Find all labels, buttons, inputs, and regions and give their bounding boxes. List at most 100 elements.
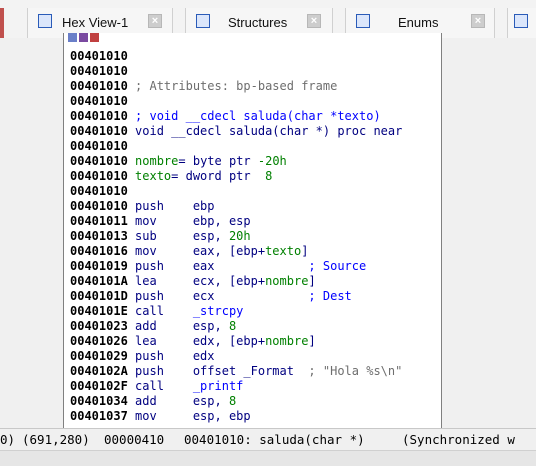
status-bar: 0) (691,280) 00000410 00401010: saluda(c…: [0, 428, 536, 451]
code-token: lea ecx, [ebp+: [135, 274, 266, 288]
line-address: 00401026: [70, 334, 128, 348]
line-address: 00401010: [70, 94, 128, 108]
tab-label: Enums: [398, 15, 439, 30]
disasm-line[interactable]: 0040101D push ecx ; Dest: [70, 289, 441, 304]
code-token: 8: [228, 394, 237, 408]
disasm-line[interactable]: 00401010: [70, 49, 441, 64]
line-address: 0040101A: [70, 274, 128, 288]
line-address: 00401023: [70, 319, 128, 333]
code-token: add esp,: [135, 394, 229, 408]
code-token: nombre: [265, 274, 309, 288]
disasm-line[interactable]: 00401010 texto= dword ptr 8: [70, 169, 441, 184]
disasm-line[interactable]: 00401010: [70, 94, 441, 109]
disasm-line[interactable]: 00401011 mov ebp, esp: [70, 214, 441, 229]
code-token: ]: [301, 244, 309, 258]
status-coordinates: (691,280): [22, 432, 90, 447]
disasm-line[interactable]: 00401010 ; void __cdecl saluda(char *tex…: [70, 109, 441, 124]
code-token: ; "Hola %s\n": [308, 364, 403, 378]
disasm-line[interactable]: 00401019 push eax ; Source: [70, 259, 441, 274]
code-token: push ebp: [135, 199, 215, 213]
disasm-line[interactable]: 00401034 add esp, 8: [70, 394, 441, 409]
line-address: 00401037: [70, 409, 128, 423]
close-icon[interactable]: ×: [471, 14, 485, 28]
line-address: 00401016: [70, 244, 128, 258]
code-token: sub esp,: [135, 229, 229, 243]
line-address: 00401011: [70, 214, 128, 228]
code-token: texto: [135, 169, 172, 183]
disasm-line[interactable]: 00401010 void __cdecl saluda(char *) pro…: [70, 124, 441, 139]
code-token: call: [135, 304, 193, 318]
code-token: nombre: [135, 154, 179, 168]
options-icon[interactable]: [90, 33, 99, 42]
code-token: push eax: [135, 259, 309, 273]
right-background: [441, 38, 536, 428]
active-tab-edge[interactable]: [0, 8, 4, 38]
disasm-line[interactable]: 0040102F call _printf: [70, 379, 441, 394]
bottom-strip: [0, 450, 536, 466]
code-token: mov eax, [ebp+: [135, 244, 266, 258]
disasm-line[interactable]: 00401013 sub esp, 20h: [70, 229, 441, 244]
close-icon[interactable]: ×: [307, 14, 321, 28]
disassembly-lines[interactable]: 00401010 00401010 00401010 ; Attributes:…: [70, 49, 441, 424]
code-token: _strcpy: [192, 304, 244, 318]
status-sync: (Synchronized w: [402, 432, 515, 447]
code-token: ; Source: [308, 259, 367, 273]
close-icon[interactable]: ×: [148, 14, 162, 28]
disasm-line[interactable]: 00401037 mov esp, ebp: [70, 409, 441, 424]
line-address: 00401010: [70, 169, 128, 183]
disassembly-view[interactable]: 00401010 00401010 00401010 ; Attributes:…: [63, 33, 442, 429]
code-token: ]: [308, 334, 316, 348]
disasm-line[interactable]: 00401029 push edx: [70, 349, 441, 364]
line-address: 00401010: [70, 124, 128, 138]
line-address: 00401013: [70, 229, 128, 243]
line-address: 0040102A: [70, 364, 128, 378]
code-token: push edx: [135, 349, 215, 363]
disasm-line[interactable]: 00401010: [70, 64, 441, 79]
disasm-line[interactable]: 00401010 nombre= byte ptr -20h: [70, 154, 441, 169]
hex-view-icon: [38, 14, 52, 28]
disasm-line[interactable]: 00401010 push ebp: [70, 199, 441, 214]
line-address: 00401010: [70, 199, 128, 213]
line-address: 00401010: [70, 49, 128, 63]
line-address: 00401010: [70, 139, 128, 153]
graph-icon[interactable]: [68, 33, 77, 42]
line-address: 00401019: [70, 259, 128, 273]
code-token: _printf: [192, 379, 244, 393]
text-view-icon[interactable]: [79, 33, 88, 42]
line-address: 0040101D: [70, 289, 128, 303]
code-token: mov esp, ebp: [135, 409, 251, 423]
code-token: ; void __cdecl saluda(char *texto): [135, 109, 381, 123]
enums-icon: [356, 14, 370, 28]
disasm-line[interactable]: 00401010: [70, 139, 441, 154]
line-address: 0040102F: [70, 379, 128, 393]
status-location: 00401010: saluda(char *): [184, 432, 365, 447]
disasm-line[interactable]: 00401016 mov eax, [ebp+texto]: [70, 244, 441, 259]
line-address: 00401010: [70, 154, 128, 168]
line-address: 00401010: [70, 64, 128, 78]
disasm-line[interactable]: 00401010 ; Attributes: bp-based frame: [70, 79, 441, 94]
code-token: ]: [308, 274, 316, 288]
left-gutter: [0, 38, 63, 428]
code-token: 8: [228, 319, 237, 333]
line-address: 00401010: [70, 184, 128, 198]
line-address: 00401010: [70, 79, 128, 93]
disasm-line[interactable]: 0040101A lea ecx, [ebp+nombre]: [70, 274, 441, 289]
disasm-line[interactable]: 0040101E call _strcpy: [70, 304, 441, 319]
code-token: = byte ptr: [178, 154, 258, 168]
code-token: nombre: [265, 334, 309, 348]
code-token: ; Dest: [308, 289, 352, 303]
disasm-line[interactable]: 00401023 add esp, 8: [70, 319, 441, 334]
code-token: texto: [265, 244, 302, 258]
code-token: lea edx, [ebp+: [135, 334, 266, 348]
tab-next[interactable]: [507, 8, 536, 38]
disasm-line[interactable]: 00401010: [70, 184, 441, 199]
code-token: void __cdecl saluda(char *) proc near: [135, 124, 403, 138]
disasm-line[interactable]: 00401026 lea edx, [ebp+nombre]: [70, 334, 441, 349]
status-offset: 00000410: [104, 432, 165, 447]
view-toolbar: [68, 33, 101, 43]
tab-label: Hex View-1: [62, 15, 129, 30]
line-address: 00401029: [70, 349, 128, 363]
disasm-line[interactable]: 0040102A push offset _Format ; "Hola %s\…: [70, 364, 441, 379]
line-address: 00401034: [70, 394, 128, 408]
code-token: mov ebp, esp: [135, 214, 251, 228]
